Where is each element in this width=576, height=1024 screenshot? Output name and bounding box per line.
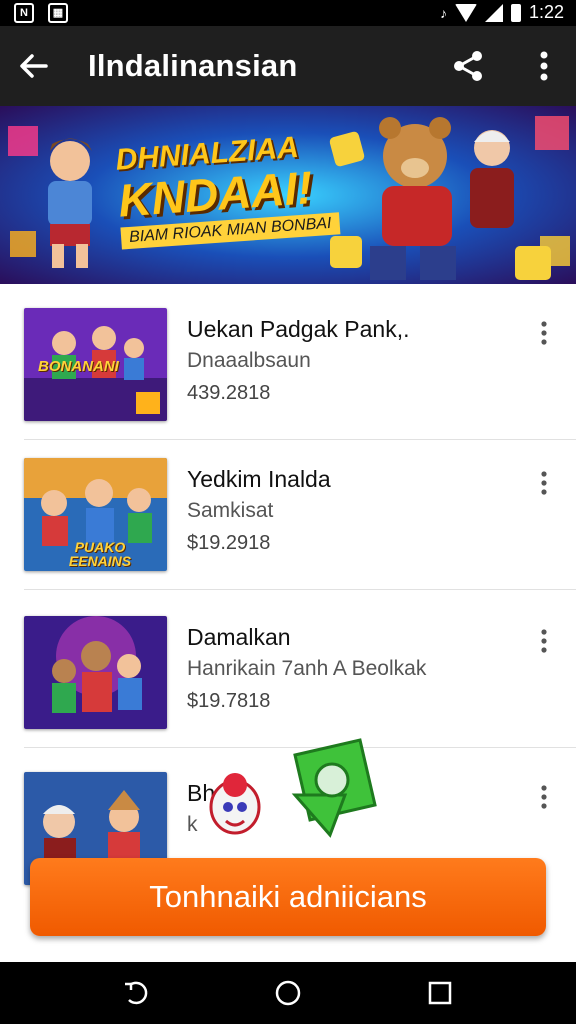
thumbnail-label: BONANANI [38,358,119,375]
item-menu-icon[interactable] [536,470,552,498]
item-subtitle: Samkisat [187,499,274,522]
game-thumbnail[interactable]: PUAKO EENAINS [24,458,167,571]
item-price: 439.2818 [187,382,271,404]
item-price: $19.2918 [187,532,271,554]
battery-icon [510,3,521,22]
item-title: Yedkim Inalda [187,466,331,492]
list-item[interactable]: PUAKO EENAINS Yedkim Inalda Samkisat $19… [0,440,576,590]
item-subtitle: Dnaaalbsaun [187,349,311,372]
wifi-icon [454,3,477,22]
status-bar: N ▦ ♪ 1:22 [0,0,576,26]
game-thumbnail[interactable]: BONANANI [24,308,167,421]
nav-home-icon[interactable] [273,978,303,1008]
signal-icon [484,3,503,22]
item-title: Uekan Padgak Pank,. [187,316,410,342]
divider [24,589,576,590]
item-title: Damalkan [187,624,291,650]
primary-action-button[interactable]: Tonhnaiki adniicians [30,858,546,936]
system-nav-bar [0,962,576,1024]
item-menu-icon[interactable] [536,784,552,812]
thumbnail-label: PUAKO EENAINS [68,539,132,569]
nav-recents-icon[interactable] [425,978,455,1008]
vibrate-icon: ♪ [439,4,447,21]
item-subtitle: Hanrikain 7anh A Beolkak [187,657,427,680]
promo-banner[interactable]: DHNIALZIAA KNDAAI! BIAM RIOAK MIAN BONBA… [0,106,576,284]
page-title: Ilndalinansian [88,48,298,83]
thumbnail-art [24,616,167,729]
share-icon[interactable] [450,48,486,84]
nav-back-icon[interactable] [121,978,151,1008]
status-time: 1:22 [528,2,564,22]
app-bar: Ilndalinansian [0,26,576,106]
game-thumbnail[interactable] [24,616,167,729]
item-price: $19.7818 [187,690,271,712]
banner-headline: DHNIALZIAA KNDAAI! BIAM RIOAK MIAN BONBA… [115,129,341,250]
mascot-refresh-overlay [209,738,377,838]
notification-icon: N [14,3,34,23]
list-item[interactable]: BONANANI Uekan Padgak Pank,. Dnaaalbsaun… [0,290,576,440]
back-arrow-icon[interactable] [16,48,52,84]
item-menu-icon[interactable] [536,320,552,348]
list-item[interactable]: Damalkan Hanrikain 7anh A Beolkak $19.78… [0,598,576,748]
app-notification-icon: ▦ [48,3,68,23]
item-menu-icon[interactable] [536,628,552,656]
item-subtitle: k [187,813,198,836]
overflow-menu-icon[interactable] [530,48,558,84]
